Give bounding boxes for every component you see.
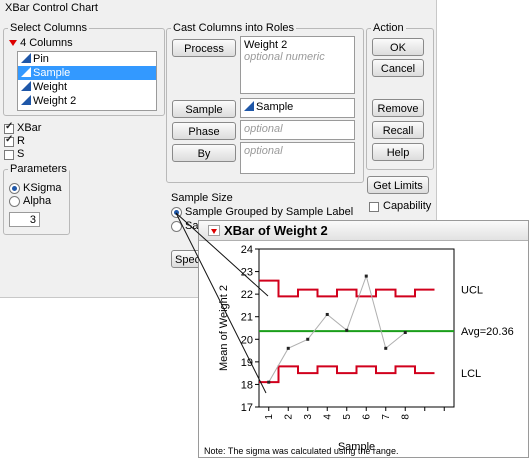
- callout-line-upper: [175, 212, 269, 297]
- callout-line-lower: [175, 212, 267, 394]
- callout-lines: [175, 212, 269, 394]
